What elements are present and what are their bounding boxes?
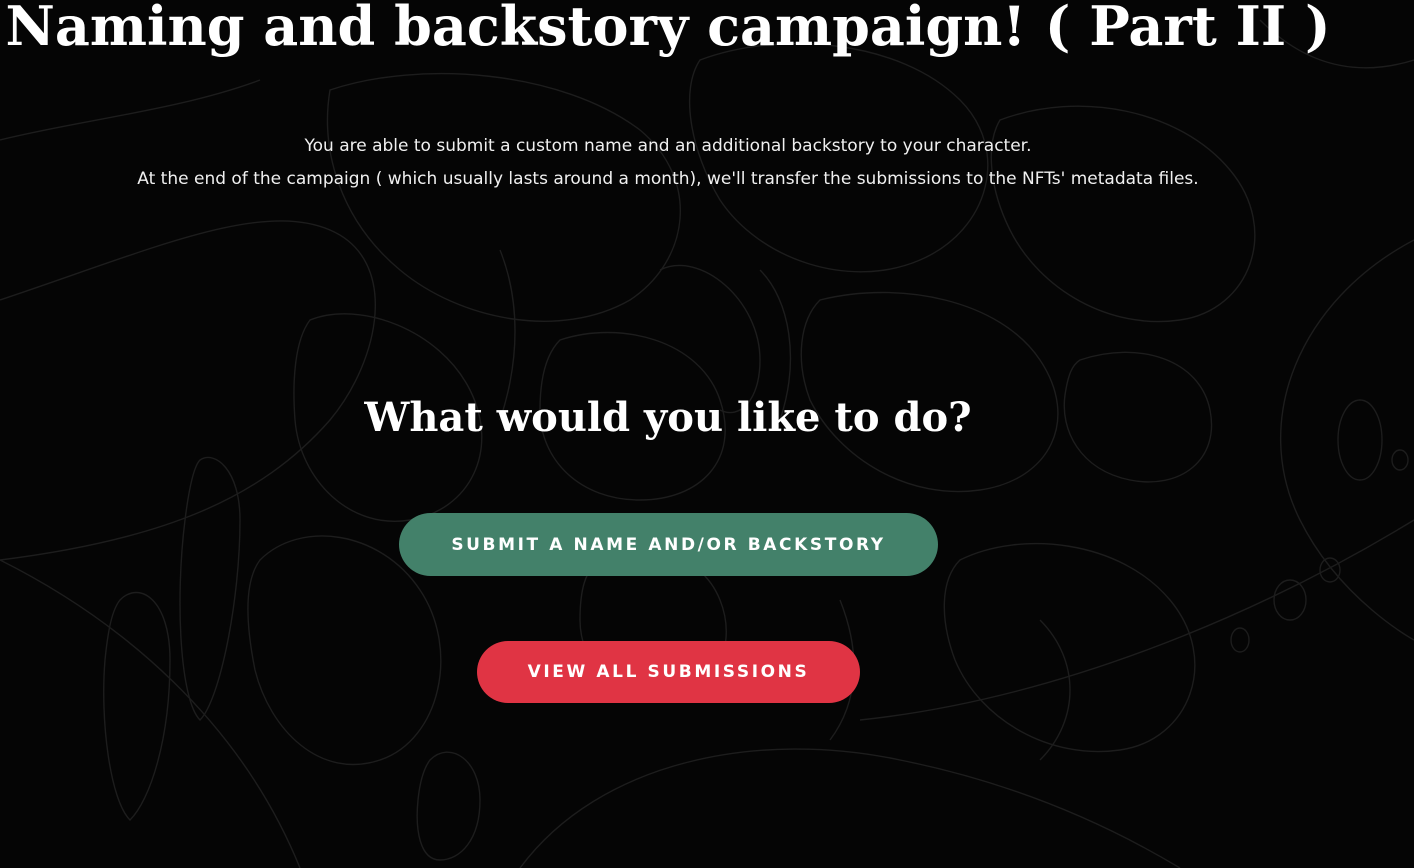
campaign-page: Naming and backstory campaign! ( Part II… (0, 0, 1414, 868)
view-button-label: VIEW ALL SUBMISSIONS (527, 662, 810, 682)
action-prompt-heading: What would you like to do? (364, 394, 972, 441)
submit-button-label: SUBMIT A NAME AND/OR BACKSTORY (451, 534, 886, 555)
campaign-description: You are able to submit a custom name and… (0, 130, 1336, 196)
intro-line-2: At the end of the campaign ( which usual… (137, 169, 1199, 189)
view-all-submissions-button[interactable]: VIEW ALL SUBMISSIONS (477, 641, 860, 703)
page-title: Naming and backstory campaign! ( Part II… (5, 0, 1331, 58)
intro-line-1: You are able to submit a custom name and… (304, 136, 1032, 156)
submit-name-backstory-button[interactable]: SUBMIT A NAME AND/OR BACKSTORY (399, 513, 938, 576)
